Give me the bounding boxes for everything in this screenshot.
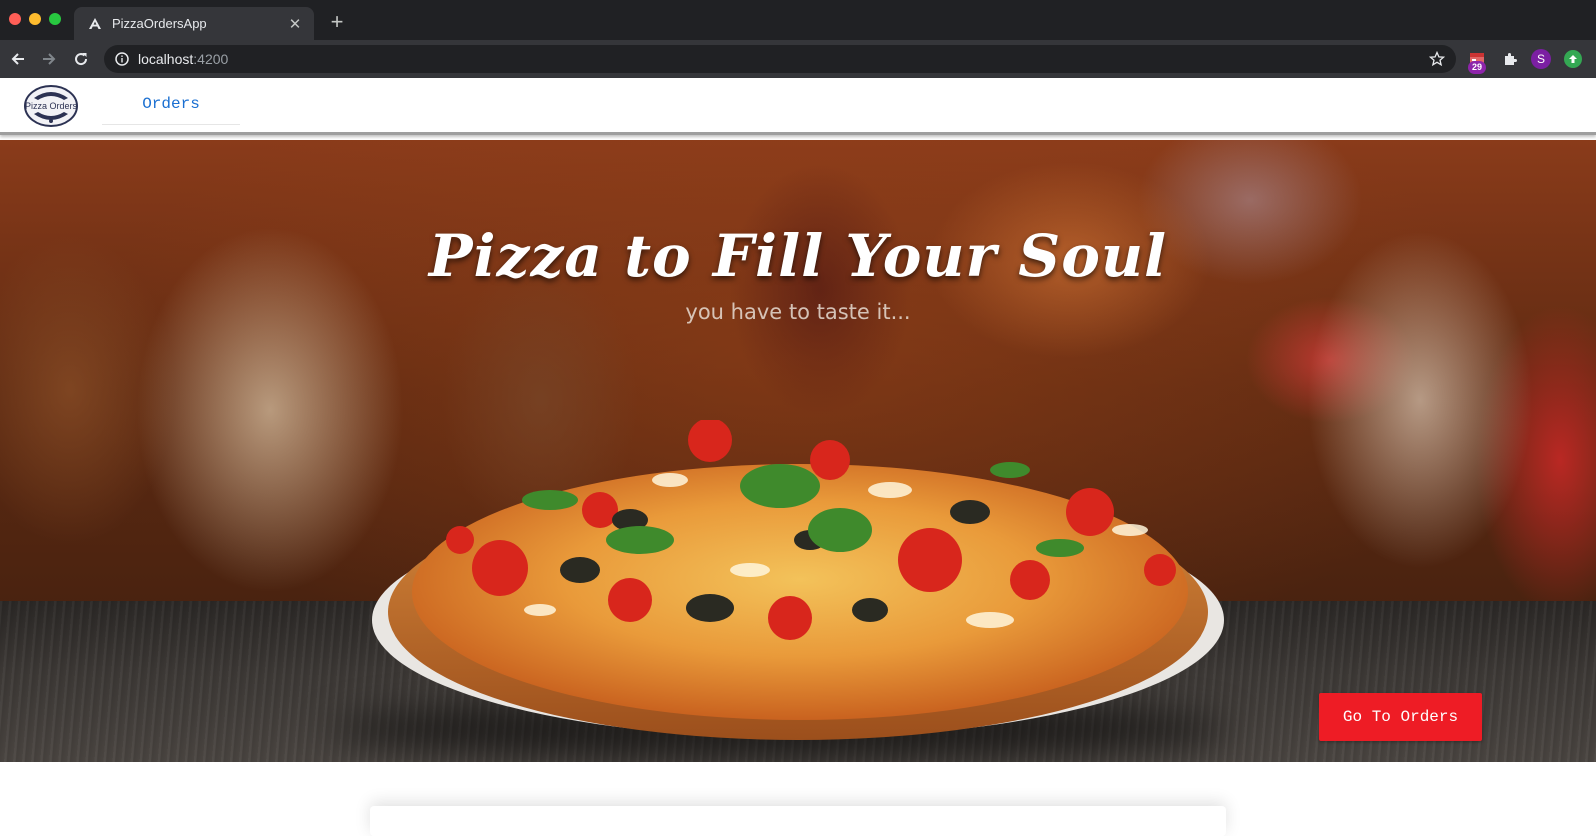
go-to-orders-button[interactable]: Go To Orders [1319,693,1482,741]
url-host: localhost [138,51,194,67]
tab-title: PizzaOrdersApp [112,16,207,31]
hero-subline: you have to taste it... [685,300,911,324]
hero-banner: Pizza to Fill Your Soul you have to tast… [0,140,1596,762]
bookmark-star-icon[interactable] [1428,50,1446,68]
update-icon[interactable] [1564,50,1582,68]
close-tab-icon[interactable]: ✕ [284,13,306,35]
url-port: :4200 [193,51,229,67]
pizza-orders-logo[interactable]: Pizza Orders [20,84,82,128]
angular-favicon-icon [88,17,102,31]
pizza-image [372,420,1224,740]
close-window-button[interactable] [9,13,21,25]
maximize-window-button[interactable] [49,13,61,25]
extension-badge: 29 [1468,61,1486,74]
hero-headline: Pizza to Fill Your Soul [428,222,1168,290]
browser-toolbar: localhost:4200 [0,40,1596,78]
content-card [370,806,1226,836]
address-bar[interactable]: localhost:4200 [104,45,1456,73]
forward-arrow-icon[interactable] [38,48,60,70]
site-info-icon[interactable] [114,51,130,67]
logo-text: Pizza Orders [25,101,78,111]
extensions-puzzle-icon[interactable] [1499,48,1521,70]
nav-orders-link[interactable]: Orders [102,84,240,125]
app-navbar: Pizza Orders Orders [0,78,1596,135]
browser-titlebar: PizzaOrdersApp ✕ + [0,0,1596,40]
new-tab-button[interactable]: + [326,11,348,34]
minimize-window-button[interactable] [29,13,41,25]
browser-tab[interactable]: PizzaOrdersApp ✕ [74,7,314,40]
reload-icon[interactable] [70,48,92,70]
back-arrow-icon[interactable] [7,48,29,70]
profile-avatar[interactable]: S [1531,49,1551,69]
